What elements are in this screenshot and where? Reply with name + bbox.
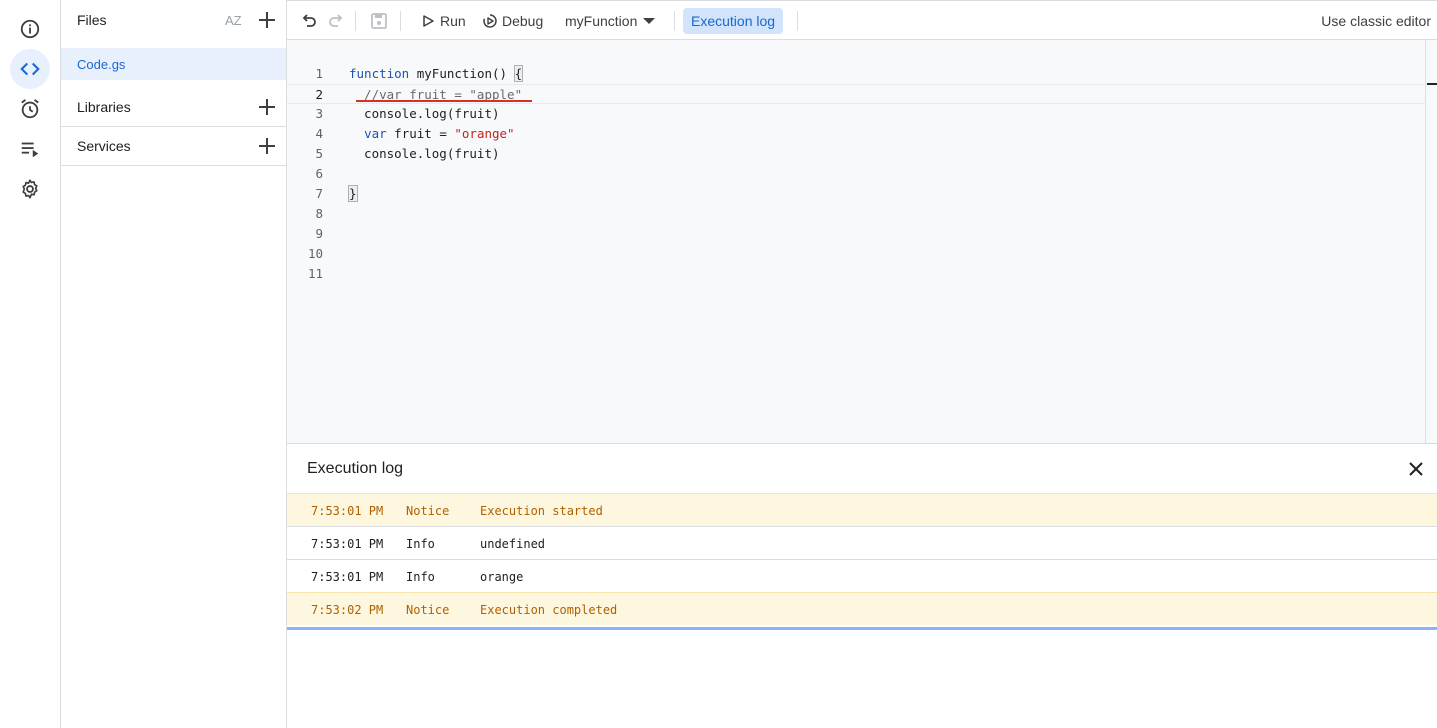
executions-button[interactable] bbox=[10, 129, 50, 169]
error-underline bbox=[356, 100, 532, 102]
libraries-label: Libraries bbox=[77, 99, 131, 115]
code-text: //var fruit = "apple" bbox=[349, 87, 523, 102]
code-text: console.log(fruit) bbox=[349, 146, 500, 161]
scroll-position-marker bbox=[1427, 83, 1437, 85]
gear-icon bbox=[22, 179, 38, 199]
function-selector[interactable]: myFunction bbox=[565, 9, 656, 33]
code-text: var fruit = "orange" bbox=[364, 126, 515, 141]
code-line: 11 bbox=[307, 266, 323, 281]
services-section[interactable]: Services bbox=[61, 127, 286, 166]
apps-script-editor: Files AZ Code.gs Libraries Services Run … bbox=[0, 0, 1437, 728]
run-label: Run bbox=[440, 13, 466, 29]
code-line: 4 var fruit = "orange" bbox=[287, 124, 1425, 144]
close-icon[interactable] bbox=[1407, 460, 1425, 478]
add-file-icon[interactable] bbox=[257, 10, 277, 30]
editor-toolbar: Run Debug myFunction Execution log Use c… bbox=[287, 0, 1437, 40]
alarm-clock-icon bbox=[21, 99, 39, 119]
toolbar-divider bbox=[355, 11, 356, 31]
file-item-code-gs[interactable]: Code.gs bbox=[61, 48, 286, 80]
save-icon[interactable] bbox=[369, 11, 389, 31]
log-row: 7:53:01 PM Notice Execution started bbox=[287, 493, 1437, 526]
libraries-section[interactable]: Libraries bbox=[61, 88, 286, 127]
debug-label: Debug bbox=[502, 13, 544, 29]
services-label: Services bbox=[77, 138, 131, 154]
code-line: 5 console.log(fruit) bbox=[287, 144, 1425, 164]
execution-log-button[interactable]: Execution log bbox=[683, 8, 784, 34]
info-icon bbox=[20, 19, 40, 39]
use-classic-editor-button[interactable]: Use classic editor bbox=[1321, 13, 1431, 29]
function-name: myFunction bbox=[565, 13, 638, 29]
code-line: 7 } bbox=[287, 184, 1425, 204]
toolbar-divider bbox=[674, 11, 675, 31]
code-line: 10 bbox=[307, 246, 323, 261]
files-panel: Files AZ Code.gs Libraries Services bbox=[61, 0, 287, 728]
log-row: 7:53:02 PM Notice Execution completed bbox=[287, 592, 1437, 625]
editor-scrollbar[interactable] bbox=[1425, 40, 1437, 443]
left-rail bbox=[0, 0, 61, 728]
execution-log-title: Execution log bbox=[307, 460, 404, 477]
log-progress-bar bbox=[287, 627, 1437, 630]
editor-button[interactable] bbox=[10, 49, 50, 89]
overview-button[interactable] bbox=[10, 9, 50, 49]
add-service-icon[interactable] bbox=[257, 136, 277, 156]
log-row: 7:53:01 PM Info orange bbox=[287, 559, 1437, 592]
undo-icon[interactable] bbox=[299, 11, 319, 31]
svg-text:AZ: AZ bbox=[225, 13, 242, 28]
code-editor[interactable]: 1 function myFunction() { 2 //var fruit … bbox=[287, 40, 1437, 443]
play-icon bbox=[423, 15, 434, 27]
files-title: Files bbox=[77, 12, 107, 28]
chevron-down-icon bbox=[643, 18, 656, 24]
add-library-icon[interactable] bbox=[257, 97, 277, 117]
code-icon bbox=[20, 62, 40, 76]
log-row: 7:53:01 PM Info undefined bbox=[287, 526, 1437, 559]
code-line: 3 console.log(fruit) bbox=[287, 104, 1425, 124]
code-line: 6 bbox=[315, 166, 323, 181]
toolbar-divider bbox=[400, 11, 401, 31]
files-header: Files AZ bbox=[61, 0, 286, 40]
sort-az-icon[interactable]: AZ bbox=[224, 10, 244, 30]
toolbar-divider bbox=[797, 11, 798, 31]
executions-list-icon bbox=[21, 142, 39, 158]
code-line: 1 function myFunction() { bbox=[287, 64, 1425, 84]
code-text: function myFunction() { bbox=[349, 65, 524, 82]
code-text: console.log(fruit) bbox=[349, 106, 500, 121]
code-line: 8 bbox=[315, 206, 323, 221]
redo-icon[interactable] bbox=[326, 11, 346, 31]
run-button[interactable]: Run bbox=[420, 9, 466, 33]
triggers-button[interactable] bbox=[10, 89, 50, 129]
code-text: } bbox=[348, 185, 358, 202]
execution-log-panel: Execution log 7:53:01 PM Notice Executio… bbox=[287, 443, 1437, 728]
settings-button[interactable] bbox=[10, 169, 50, 209]
debug-button[interactable]: Debug bbox=[482, 9, 543, 33]
debug-icon bbox=[483, 14, 497, 28]
code-line: 9 bbox=[315, 226, 323, 241]
